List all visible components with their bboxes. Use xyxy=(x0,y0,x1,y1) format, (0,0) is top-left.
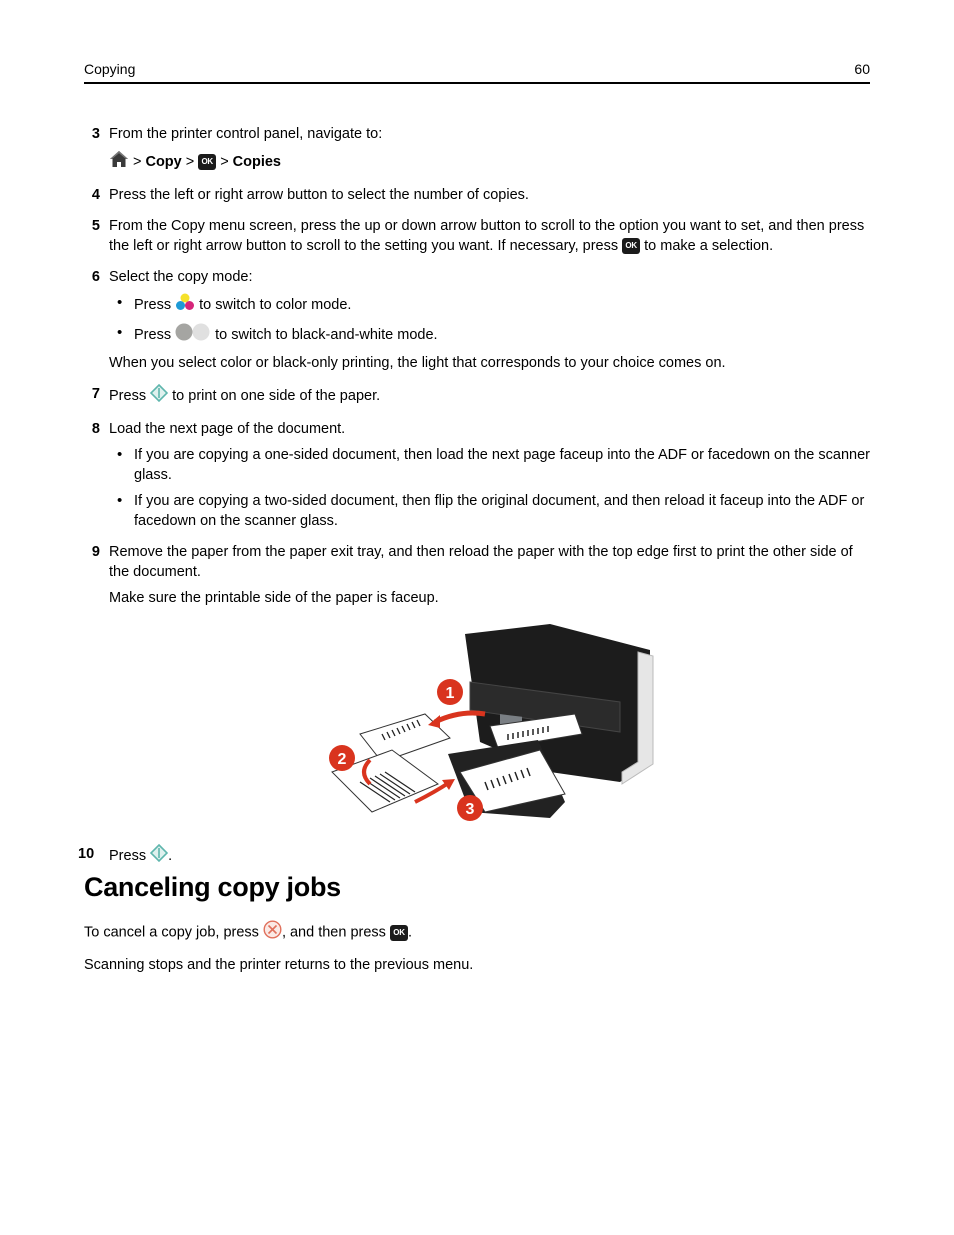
copy-mode-list: Press to switch to color mode. Press to … xyxy=(109,293,870,347)
step-7: 7 Press to print on one side of the pape… xyxy=(84,383,870,408)
svg-text:1: 1 xyxy=(446,685,455,702)
step-10: 10 Press . xyxy=(78,843,870,868)
load-options-list: If you are copying a one-sided document,… xyxy=(109,445,870,531)
svg-text:2: 2 xyxy=(338,751,347,768)
callout-3: 3 xyxy=(457,795,483,821)
color-mode-icon xyxy=(175,293,195,317)
list-item: If you are copying a two-sided document,… xyxy=(117,491,870,531)
step-text: Load the next page of the document. xyxy=(109,421,346,437)
step-text: From the printer control panel, navigate… xyxy=(109,126,383,142)
step-text: Press the left or right arrow button to … xyxy=(109,187,529,203)
step-9: 9 Remove the paper from the paper exit t… xyxy=(84,542,870,608)
step-6: 6 Select the copy mode: Press to switch … xyxy=(84,267,870,373)
step-4: 4 Press the left or right arrow button t… xyxy=(84,185,870,205)
step-5: 5 From the Copy menu screen, press the u… xyxy=(84,216,870,256)
cancel-button-icon xyxy=(263,920,282,945)
step-number: 10 xyxy=(78,846,95,862)
ok-button-icon: OK xyxy=(389,924,408,941)
step-number: 5 xyxy=(91,218,100,234)
step-3: 3 From the printer control panel, naviga… xyxy=(84,124,870,174)
list-item: Press to switch to color mode. xyxy=(117,293,870,317)
page-number: 60 xyxy=(854,61,870,77)
ok-button-icon: OK xyxy=(622,238,641,255)
step-number: 3 xyxy=(91,126,100,142)
step-note: Make sure the printable side of the pape… xyxy=(109,590,439,606)
ok-button-icon: OK xyxy=(198,154,217,170)
list-item: Press to switch to black-and-white mode. xyxy=(117,323,870,347)
navigation-path: > Copy > OK > Copies xyxy=(109,150,870,174)
step-number: 7 xyxy=(91,386,100,402)
step-number: 4 xyxy=(91,187,100,203)
step-text: From the Copy menu screen, press the up … xyxy=(109,218,865,255)
svg-text:3: 3 xyxy=(466,801,475,818)
nav-item-copies: Copies xyxy=(232,154,281,170)
start-button-icon xyxy=(149,843,169,868)
step-number: 6 xyxy=(91,269,100,285)
step-text: Remove the paper from the paper exit tra… xyxy=(109,544,853,580)
instructions: 3 From the printer control panel, naviga… xyxy=(78,124,870,879)
step-8: 8 Load the next page of the document. If… xyxy=(84,419,870,531)
home-icon xyxy=(109,150,129,174)
step-number: 8 xyxy=(91,421,100,437)
result-text: Scanning stops and the printer returns t… xyxy=(84,957,474,973)
section-title: Canceling copy jobs xyxy=(84,872,341,902)
list-item: If you are copying a one-sided document,… xyxy=(117,445,870,485)
section-name: Copying xyxy=(84,61,136,77)
black-white-mode-icon xyxy=(175,323,211,347)
step-text: Select the copy mode: xyxy=(109,269,253,285)
cancel-instructions: To cancel a copy job, press , and then p… xyxy=(84,920,870,985)
page-header: Copying 60 xyxy=(84,60,870,84)
printer-illustration: 1 2 3 xyxy=(329,624,654,821)
start-button-icon xyxy=(149,383,169,408)
callout-2: 2 xyxy=(329,745,355,771)
step-note: When you select color or black-only prin… xyxy=(109,355,726,371)
printer-duplex-illustration: 1 2 3 xyxy=(84,622,870,832)
callout-1: 1 xyxy=(437,679,463,705)
nav-item-copy: Copy xyxy=(145,154,182,170)
step-number: 9 xyxy=(91,544,100,560)
